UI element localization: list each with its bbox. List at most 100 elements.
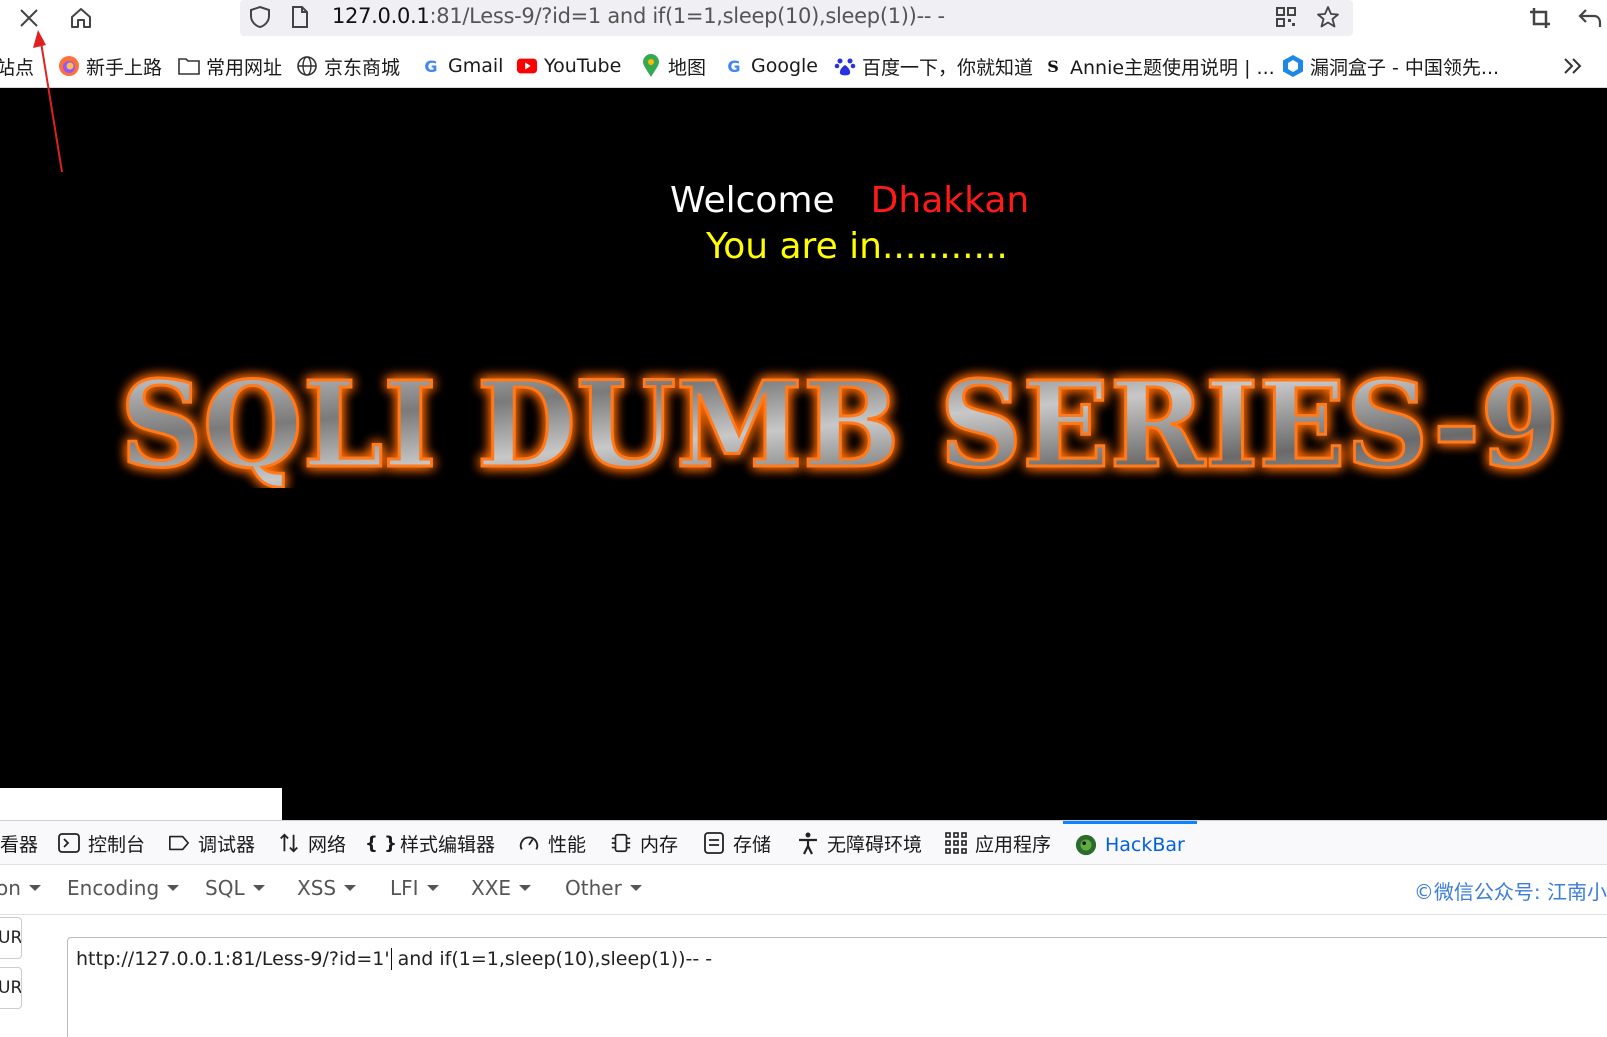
chevron-down-icon [252,885,265,891]
menu-lfi[interactable]: LFI [390,876,439,900]
bookmark-item[interactable]: 漏洞盒子 - 中国领先... [1282,52,1499,80]
bookmark-label: Annie主题使用说明 | ... [1070,56,1275,79]
tab-storage[interactable]: 存储 [703,821,771,865]
tab-debugger[interactable]: 调试器 [168,821,255,865]
chevron-down-icon [629,885,642,891]
crop-icon[interactable] [1525,3,1555,33]
menu-xss[interactable]: XSS [297,876,357,900]
welcome-text: Welcome [670,180,835,221]
console-icon [58,832,80,854]
tab-memory[interactable]: 内存 [610,821,678,865]
status-message: You are in........... [706,226,1008,267]
bookmark-item[interactable]: 百度一下，你就知道 [834,52,1033,80]
menu-other[interactable]: Other [565,876,642,900]
tab-application[interactable]: 应用程序 [945,821,1051,865]
bookmark-item[interactable]: 常用网址 [178,52,282,80]
debugger-icon [168,832,190,854]
tab-network[interactable]: 网络 [278,821,346,865]
qr-code-icon[interactable] [1272,3,1300,31]
menu-sql[interactable]: SQL [205,876,265,900]
tab-label: 性能 [548,833,587,856]
menu-encoding[interactable]: Encoding [67,876,180,900]
baidu-icon [834,55,856,77]
url-input-text: and if(1=1,sleep(10),sleep(1))-- - [391,948,713,970]
bookmark-item[interactable]: G Google [723,52,818,80]
chevron-down-icon [28,885,41,891]
google-icon: G [727,56,741,76]
folder-icon [178,55,200,77]
tab-performance[interactable]: 性能 [518,821,586,865]
network-icon [278,832,300,854]
page-footer-strip [0,788,282,820]
hackbar-menu: on Encoding SQL XSS LFI XXE Other ©微信公众号… [0,865,1607,915]
more-bookmarks-icon[interactable] [1562,52,1584,80]
menu-label: XXE [471,876,512,900]
bookmark-label: 漏洞盒子 - 中国领先... [1310,56,1500,79]
gauge-icon [518,832,540,854]
tab-console[interactable]: 控制台 [58,821,145,865]
menu-label: LFI [390,876,419,900]
menu-load[interactable]: on [0,876,41,900]
devtools-panel: 看器 控制台 调试器 网络 { } 样式编辑器 性能 内存 存储 无障碍环境 应… [0,820,1607,1037]
menu-label: SQL [205,876,245,900]
tab-label: 网络 [308,833,347,856]
menu-xxe[interactable]: XXE [471,876,532,900]
accessibility-icon [797,832,819,855]
page-icon[interactable] [286,3,314,31]
bookmark-item[interactable]: 京东商城 [296,52,400,80]
bookmark-item[interactable]: 地图 [640,52,706,80]
bookmark-item[interactable]: 新手上路 [58,52,162,80]
chevron-down-icon [167,885,180,891]
tab-inspector[interactable]: 看器 [0,821,38,865]
bookmark-item[interactable]: YouTube [516,52,621,80]
grid-icon [945,832,967,854]
close-icon[interactable] [14,3,44,33]
tab-label: 看器 [0,833,39,856]
load-url-button[interactable]: URL [0,917,22,959]
split-url-button[interactable]: URL [0,967,22,1009]
menu-label: on [0,876,21,900]
tab-label: 无障碍环境 [827,833,923,856]
tab-label: 应用程序 [975,833,1052,856]
bookmark-label: 京东商城 [324,56,401,79]
annie-icon: S [1047,56,1059,76]
username-text: Dhakkan [870,180,1030,221]
hackbar-url-input[interactable]: http://127.0.0.1:81/Less-9/?id=1' and if… [67,937,1607,1037]
chip-icon [610,832,632,854]
page-content: Welcome Dhakkan You are in........... SQL… [0,88,1607,820]
tab-style-editor[interactable]: { } 样式编辑器 [365,821,495,865]
home-icon[interactable] [66,3,96,33]
address-bar[interactable]: 127.0.0.1:81/Less-9/?id=1 and if(1=1,sle… [240,0,1353,36]
bookmark-label: 地图 [668,56,707,79]
tab-label: 内存 [640,833,679,856]
url-text[interactable]: 127.0.0.1:81/Less-9/?id=1 and if(1=1,sle… [332,4,945,28]
youtube-icon [516,55,538,77]
firefox-icon [58,55,80,77]
menu-label: XSS [297,876,337,900]
storage-icon [703,832,725,854]
menu-label: Other [565,876,622,900]
menu-label: Encoding [67,876,160,900]
tab-hackbar[interactable]: HackBar [1063,821,1197,865]
undo-icon[interactable] [1575,3,1605,33]
bookmark-label: YouTube [544,55,622,77]
devtools-tabs: 看器 控制台 调试器 网络 { } 样式编辑器 性能 内存 存储 无障碍环境 应… [0,821,1607,865]
bookmark-label: 新手上路 [86,56,163,79]
bookmarks-bar: 站点 新手上路 常用网址 京东商城 G Gmail YouTube 地图 G G… [0,44,1607,88]
bookmark-label: 百度一下，你就知道 [862,56,1034,79]
banner-image: SQLI DUMB SERIES-9 [119,358,1562,488]
hackbar-icon [1075,834,1097,856]
bookmark-item[interactable]: 站点 [0,52,34,80]
bookmark-label: Gmail [448,55,504,77]
tab-label: 存储 [733,833,772,856]
welcome-line: Welcome Dhakkan [670,180,1029,221]
star-icon[interactable] [1314,3,1342,31]
bookmark-item[interactable]: G Gmail [420,52,503,80]
tab-accessibility[interactable]: 无障碍环境 [797,821,922,865]
hexagon-icon [1282,55,1304,77]
shield-icon[interactable] [246,3,274,31]
chevron-down-icon [344,885,357,891]
bookmark-item[interactable]: S Annie主题使用说明 | ... [1042,52,1275,80]
bookmark-label: 常用网址 [206,56,283,79]
toolbar: 127.0.0.1:81/Less-9/?id=1 and if(1=1,sle… [0,0,1607,40]
